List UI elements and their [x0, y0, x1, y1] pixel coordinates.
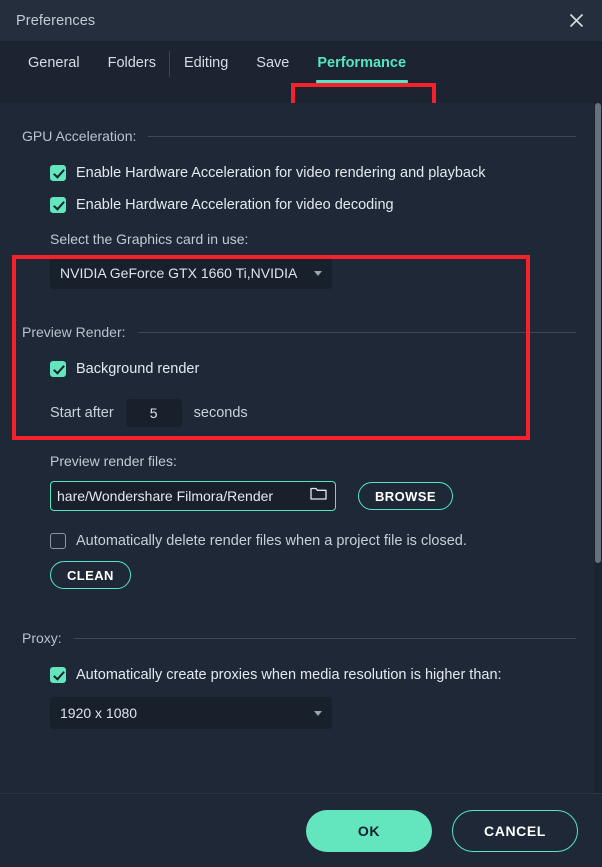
render-path-input[interactable]: hare/Wondershare Filmora/Render: [50, 481, 336, 511]
option-auto-create-proxies[interactable]: Automatically create proxies when media …: [0, 667, 602, 683]
tab-folders[interactable]: Folders: [94, 41, 171, 85]
tab-bar: General Folders Editing Save Performance: [0, 41, 602, 145]
tab-save[interactable]: Save: [242, 41, 303, 85]
section-header-preview-render: Preview Render:: [0, 319, 602, 345]
clean-button[interactable]: CLEAN: [50, 561, 131, 589]
tab-editing-label: Editing: [183, 55, 229, 71]
tab-performance[interactable]: Performance: [303, 41, 420, 85]
settings-scroll-area: GPU Acceleration: Enable Hardware Accele…: [0, 103, 602, 793]
option-hw-accel-render[interactable]: Enable Hardware Acceleration for video r…: [0, 165, 602, 181]
tab-save-label: Save: [256, 55, 290, 71]
graphics-card-label: Select the Graphics card in use:: [50, 231, 249, 247]
scrollbar-thumb[interactable]: [595, 103, 601, 563]
option-hw-accel-decode[interactable]: Enable Hardware Acceleration for video d…: [0, 197, 602, 213]
page-title: Preferences: [16, 12, 96, 29]
preview-render-path-row: hare/Wondershare Filmora/Render BROWSE: [0, 481, 602, 511]
tab-general-label: General: [28, 55, 80, 71]
section-header-proxy: Proxy:: [0, 625, 602, 651]
section-divider: [148, 135, 576, 137]
section-title-proxy: Proxy:: [22, 630, 62, 646]
section-divider: [73, 637, 576, 639]
start-after-row: Start after 5 seconds: [0, 399, 602, 427]
checkbox-auto-create-proxies[interactable]: [50, 667, 66, 683]
section-title-gpu: GPU Acceleration:: [22, 128, 137, 144]
proxy-resolution-value: 1920 x 1080: [60, 705, 138, 721]
tab-editing[interactable]: Editing: [170, 41, 242, 85]
checkbox-hw-accel-render[interactable]: [50, 165, 66, 181]
option-auto-delete-render-files[interactable]: Automatically delete render files when a…: [0, 533, 602, 549]
folder-icon[interactable]: [310, 486, 327, 506]
start-after-input[interactable]: 5: [125, 399, 182, 427]
checkbox-auto-delete-render-files[interactable]: [50, 533, 66, 549]
option-background-render[interactable]: Background render: [0, 361, 602, 377]
ok-button[interactable]: OK: [306, 809, 432, 852]
start-after-suffix-label: seconds: [193, 405, 248, 421]
close-button[interactable]: [550, 0, 602, 41]
checkbox-hw-accel-decode-label: Enable Hardware Acceleration for video d…: [76, 197, 394, 213]
browse-button[interactable]: BROWSE: [358, 482, 453, 510]
dialog-footer: OK CANCEL: [0, 793, 602, 867]
chevron-down-icon: [314, 270, 322, 276]
tab-general[interactable]: General: [14, 41, 94, 85]
section-divider: [137, 331, 576, 333]
active-tab-underline: [316, 80, 409, 83]
close-icon: [567, 11, 586, 30]
preview-render-files-label: Preview render files:: [50, 453, 177, 469]
preferences-dialog: Preferences General Folders Editing Save…: [0, 0, 602, 867]
graphics-card-value: NVIDIA GeForce GTX 1660 Ti,NVIDIA: [60, 265, 298, 281]
graphics-card-select[interactable]: NVIDIA GeForce GTX 1660 Ti,NVIDIA: [50, 257, 332, 289]
cancel-button[interactable]: CANCEL: [452, 809, 578, 852]
checkbox-auto-create-proxies-label: Automatically create proxies when media …: [76, 667, 502, 683]
checkbox-auto-delete-render-files-label: Automatically delete render files when a…: [76, 533, 467, 549]
checkbox-background-render[interactable]: [50, 361, 66, 377]
chevron-down-icon: [314, 710, 322, 716]
checkbox-hw-accel-render-label: Enable Hardware Acceleration for video r…: [76, 165, 486, 181]
section-title-preview-render: Preview Render:: [22, 324, 126, 340]
title-bar: Preferences: [0, 0, 602, 41]
tab-performance-label: Performance: [317, 55, 407, 71]
tab-folders-label: Folders: [107, 55, 156, 71]
proxy-resolution-select[interactable]: 1920 x 1080: [50, 697, 332, 729]
checkbox-hw-accel-decode[interactable]: [50, 197, 66, 213]
start-after-prefix-label: Start after: [50, 405, 114, 421]
render-path-value: hare/Wondershare Filmora/Render: [57, 488, 274, 504]
section-header-gpu: GPU Acceleration:: [0, 123, 602, 149]
checkbox-background-render-label: Background render: [76, 361, 200, 377]
scrollbar-track[interactable]: [594, 103, 602, 793]
